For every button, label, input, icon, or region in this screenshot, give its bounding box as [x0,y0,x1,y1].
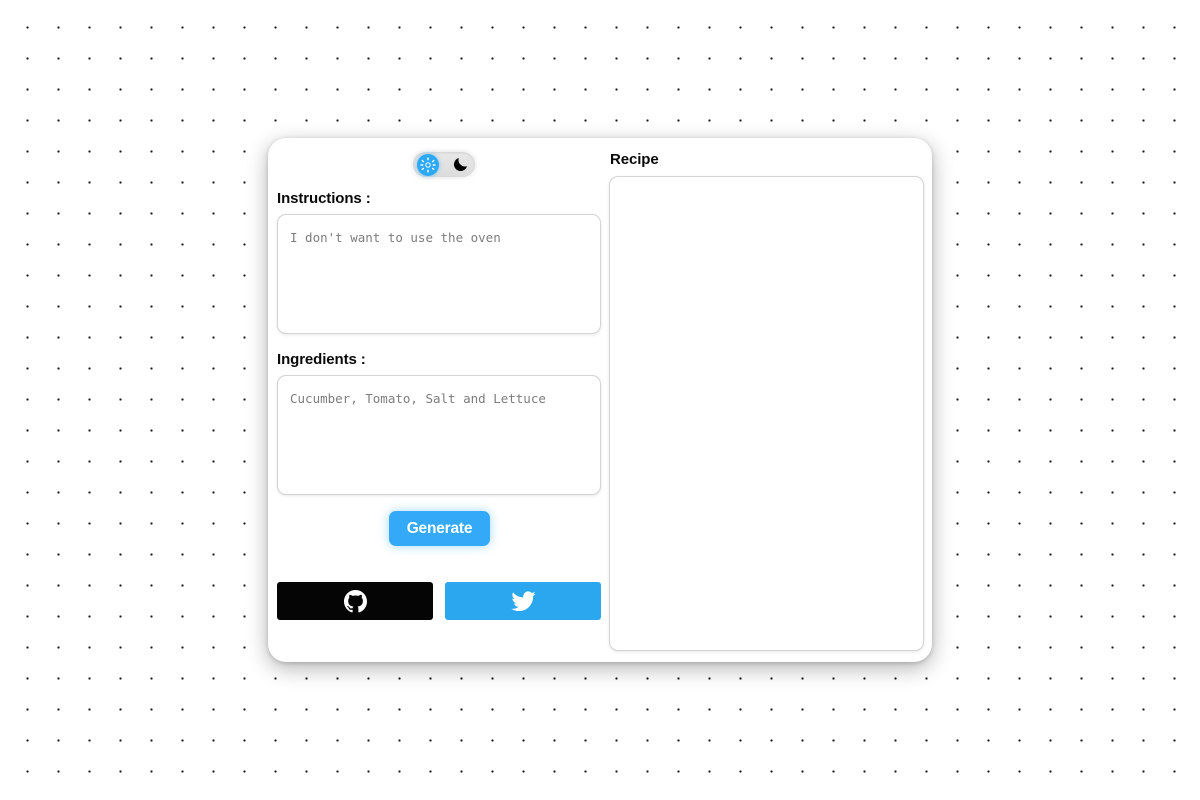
github-button[interactable] [277,582,433,620]
instructions-input[interactable] [277,214,601,334]
theme-toggle[interactable] [413,152,475,177]
recipe-output-panel[interactable] [609,176,924,651]
instructions-label: Instructions : [277,190,371,207]
form-column: Instructions : Ingredients : Generate [277,138,609,662]
social-links-row [277,582,601,620]
sun-icon[interactable] [417,153,439,176]
generate-button[interactable]: Generate [389,511,490,546]
ingredients-input[interactable] [277,375,601,495]
recipe-title: Recipe [610,151,659,168]
moon-icon[interactable] [449,154,471,176]
ingredients-label: Ingredients : [277,351,366,368]
twitter-icon [510,589,536,614]
app-card: Instructions : Ingredients : Generate [268,138,932,662]
recipe-column: Recipe [609,138,932,662]
github-icon [343,589,367,613]
twitter-button[interactable] [445,582,601,620]
